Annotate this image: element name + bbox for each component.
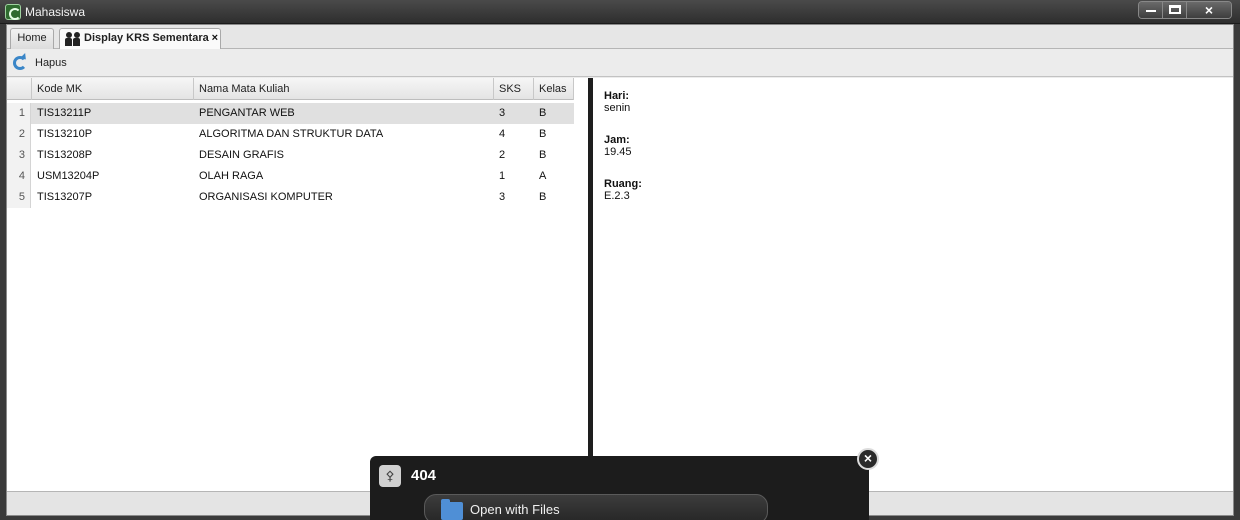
hari-label: Hari:	[604, 90, 630, 102]
hari-value: senin	[604, 102, 631, 114]
row-number: 3	[7, 145, 31, 166]
row-number: 2	[7, 124, 31, 145]
main-window: Home Display KRS Sementara × Hapus Kode …	[6, 24, 1234, 516]
minimize-icon	[1146, 10, 1156, 12]
notification-close-button[interactable]: ×	[857, 448, 879, 470]
column-header-kelas[interactable]: Kelas	[534, 78, 574, 100]
toolbar: Hapus	[7, 50, 1233, 77]
tab-label: Display KRS Sementara	[84, 32, 209, 44]
hapus-button[interactable]: Hapus	[11, 54, 73, 73]
jam-label: Jam:	[604, 134, 630, 146]
jam-value: 19.45	[604, 146, 632, 158]
ruang-value: E.2.3	[604, 190, 630, 202]
tab-display-krs-sementara[interactable]: Display KRS Sementara ×	[59, 28, 221, 49]
users-icon	[65, 32, 81, 46]
detail-panel: Hari: senin Jam: 19.45 Ruang: E.2.3	[593, 78, 1233, 491]
cell-kode-mk: TIS13208P	[37, 149, 93, 161]
open-with-files-button[interactable]: Open with Files	[424, 494, 768, 520]
cell-nama-mata-kuliah: DESAIN GRAFIS	[199, 149, 284, 161]
krs-table: Kode MK Nama Mata Kuliah SKS Kelas 1 TIS…	[7, 78, 588, 491]
ruang-label: Ruang:	[604, 178, 642, 190]
device-notification: ⚴ 404 Open with Files	[370, 456, 869, 520]
column-header-sks[interactable]: SKS	[494, 78, 534, 100]
row-number: 4	[7, 166, 31, 187]
cell-nama-mata-kuliah: PENGANTAR WEB	[199, 107, 295, 119]
table-row[interactable]: 3 TIS13208P DESAIN GRAFIS 2 B	[7, 145, 574, 166]
cell-sks: 3	[499, 107, 506, 119]
maximize-icon	[1169, 5, 1181, 14]
hapus-label: Hapus	[35, 57, 67, 69]
folder-icon	[441, 499, 463, 520]
table-row[interactable]: 2 TIS13210P ALGORITMA DAN STRUKTUR DATA …	[7, 124, 574, 145]
cell-sks: 2	[499, 149, 506, 161]
title-bar: Mahasiswa ×	[0, 0, 1240, 24]
cell-sks: 4	[499, 128, 506, 140]
cell-kelas: B	[539, 128, 547, 140]
notification-title: 404	[411, 467, 437, 484]
row-number-header	[7, 78, 32, 100]
cell-nama-mata-kuliah: OLAH RAGA	[199, 170, 264, 182]
usb-icon: ⚴	[379, 465, 401, 487]
cell-nama-mata-kuliah: ORGANISASI KOMPUTER	[199, 191, 333, 203]
cell-kelas: B	[539, 191, 547, 203]
close-window-button[interactable]: ×	[1187, 2, 1231, 18]
cell-kode-mk: TIS13207P	[37, 191, 93, 203]
cell-nama-mata-kuliah: ALGORITMA DAN STRUKTUR DATA	[199, 128, 384, 140]
cell-kelas: B	[539, 107, 547, 119]
cell-kode-mk: USM13204P	[37, 170, 100, 182]
cell-kode-mk: TIS13210P	[37, 128, 93, 140]
window-controls: ×	[1138, 1, 1232, 19]
tab-close-icon[interactable]: ×	[212, 29, 218, 48]
cell-kelas: A	[539, 170, 547, 182]
row-number: 5	[7, 187, 31, 208]
table-row[interactable]: 1 TIS13211P PENGANTAR WEB 3 B	[7, 103, 574, 124]
column-header-nama-mata-kuliah[interactable]: Nama Mata Kuliah	[194, 78, 494, 100]
app-icon	[5, 4, 21, 20]
row-number: 1	[7, 103, 31, 124]
window-title: Mahasiswa	[25, 5, 86, 19]
cell-kode-mk: TIS13211P	[37, 107, 92, 119]
cell-kelas: B	[539, 149, 547, 161]
close-icon: ×	[1204, 2, 1214, 18]
tab-home[interactable]: Home	[10, 28, 54, 49]
column-header-kode-mk[interactable]: Kode MK	[32, 78, 194, 100]
minimize-button[interactable]	[1139, 2, 1163, 18]
cell-sks: 3	[499, 191, 506, 203]
cell-sks: 1	[499, 170, 506, 182]
table-header: Kode MK Nama Mata Kuliah SKS Kelas	[7, 78, 574, 100]
open-with-files-label: Open with Files	[470, 502, 560, 517]
table-row[interactable]: 5 TIS13207P ORGANISASI KOMPUTER 3 B	[7, 187, 574, 208]
maximize-button[interactable]	[1163, 2, 1187, 18]
refresh-icon	[13, 56, 27, 70]
tab-bar: Home Display KRS Sementara ×	[7, 25, 1233, 49]
table-row[interactable]: 4 USM13204P OLAH RAGA 1 A	[7, 166, 574, 187]
